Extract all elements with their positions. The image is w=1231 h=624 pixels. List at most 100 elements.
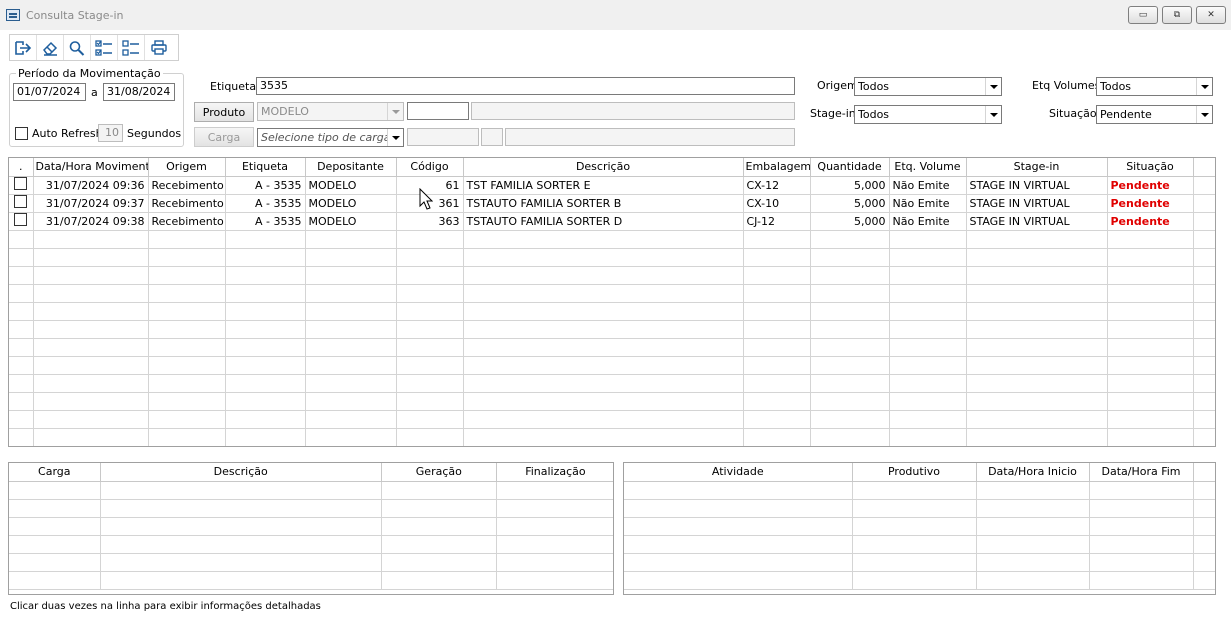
column-header[interactable]: Produtivo	[852, 463, 977, 482]
empty-cell	[9, 553, 101, 572]
carga-button[interactable]: Carga	[194, 127, 254, 147]
maximize-button[interactable]: ⧉	[1162, 6, 1192, 24]
date-to-input[interactable]: 31/08/2024	[103, 83, 175, 101]
table-row[interactable]: 31/07/2024 09:37 Recebimento A - 3535 MO…	[9, 194, 1215, 213]
empty-cell	[852, 499, 977, 518]
column-header[interactable]: Quantidade	[810, 158, 890, 177]
empty-cell	[225, 374, 306, 393]
row-checkbox[interactable]	[14, 195, 28, 208]
column-header[interactable]: Código	[396, 158, 464, 177]
row-select-cell[interactable]	[9, 176, 34, 195]
uncheck-all-button[interactable]	[118, 35, 145, 60]
empty-cell	[396, 428, 464, 446]
column-header[interactable]: Data/Hora Movimento	[33, 158, 149, 177]
empty-row	[9, 428, 1215, 446]
row-checkbox[interactable]	[14, 213, 28, 226]
print-button[interactable]	[145, 35, 172, 60]
column-header[interactable]: Embalagem	[743, 158, 811, 177]
auto-refresh-checkbox[interactable]	[15, 127, 28, 140]
empty-cell	[966, 356, 1108, 375]
column-header[interactable]: Stage-in	[966, 158, 1108, 177]
empty-cell	[396, 320, 464, 339]
row-select-cell[interactable]	[9, 194, 34, 213]
chevron-down-icon	[985, 78, 1001, 95]
minimize-button[interactable]: ▭	[1128, 6, 1158, 24]
empty-cell	[396, 392, 464, 411]
etiqueta-input[interactable]: 3535	[256, 77, 795, 95]
empty-cell	[496, 499, 613, 518]
column-header[interactable]: .	[9, 158, 34, 177]
atividade-grid[interactable]: Atividade Produtivo Data/Hora Inicio Dat…	[623, 462, 1216, 595]
main-grid[interactable]: . Data/Hora Movimento Origem Etiqueta De…	[8, 157, 1216, 447]
carga-grid[interactable]: Carga Descrição Geração Finalização	[8, 462, 614, 595]
empty-cell	[33, 284, 149, 303]
carga-type-select[interactable]: Selecione tipo de carga	[257, 128, 404, 147]
column-header[interactable]: Situação	[1107, 158, 1194, 177]
column-header[interactable]: Depositante	[305, 158, 397, 177]
table-row[interactable]: 31/07/2024 09:38 Recebimento A - 3535 MO…	[9, 212, 1215, 231]
empty-cell	[624, 481, 853, 500]
empty-cell	[463, 428, 744, 446]
chevron-down-icon	[1196, 78, 1212, 95]
eraser-icon	[43, 41, 58, 56]
column-header[interactable]: Data/Hora Fim	[1089, 463, 1194, 482]
search-button[interactable]	[64, 35, 91, 60]
empty-cell	[305, 338, 397, 357]
data-hora-cell: 31/07/2024 09:36	[33, 176, 149, 195]
column-header[interactable]: Etiqueta	[225, 158, 306, 177]
empty-cell	[463, 338, 744, 357]
column-header[interactable]: Descrição	[100, 463, 382, 482]
empty-cell	[33, 248, 149, 267]
table-row[interactable]: 31/07/2024 09:36 Recebimento A - 3535 MO…	[9, 176, 1215, 195]
empty-cell	[889, 428, 967, 446]
situacao-select[interactable]: Pendente	[1096, 105, 1213, 124]
origem-select[interactable]: Todos	[854, 77, 1002, 96]
column-header[interactable]: Finalização	[496, 463, 613, 482]
column-header[interactable]: Geração	[381, 463, 497, 482]
etq-volumes-select[interactable]: Todos	[1096, 77, 1213, 96]
empty-cell	[966, 392, 1108, 411]
empty-cell	[148, 428, 226, 446]
produto-select[interactable]: MODELO	[257, 102, 404, 121]
stagein-select[interactable]: Todos	[854, 105, 1002, 124]
check-list-icon	[95, 39, 112, 56]
empty-cell	[1193, 302, 1215, 321]
empty-cell	[810, 320, 890, 339]
carga-code-input[interactable]	[407, 128, 479, 146]
column-header[interactable]: Atividade	[624, 463, 853, 482]
data-hora-cell: 31/07/2024 09:37	[33, 194, 149, 213]
empty-cell	[966, 302, 1108, 321]
produto-code-input[interactable]	[407, 102, 469, 120]
date-from-input[interactable]: 01/07/2024	[13, 83, 86, 101]
clear-button[interactable]	[37, 35, 64, 60]
empty-row	[9, 320, 1215, 339]
empty-row	[9, 553, 613, 572]
column-header[interactable]: Carga	[9, 463, 101, 482]
column-header[interactable]: Descrição	[463, 158, 744, 177]
empty-cell	[9, 392, 34, 411]
empty-cell	[889, 284, 967, 303]
stage-in-cell: STAGE IN VIRTUAL	[966, 212, 1108, 231]
empty-cell	[976, 571, 1090, 590]
check-all-button[interactable]	[91, 35, 118, 60]
empty-cell	[396, 374, 464, 393]
row-checkbox[interactable]	[14, 177, 28, 190]
auto-refresh-seconds-input[interactable]: 10	[98, 124, 123, 142]
empty-cell	[33, 230, 149, 249]
column-header[interactable]: Data/Hora Inicio	[976, 463, 1090, 482]
row-select-cell[interactable]	[9, 212, 34, 231]
close-button[interactable]: ✕	[1196, 6, 1226, 24]
origem-cell: Recebimento	[148, 176, 226, 195]
empty-row	[9, 392, 1215, 411]
column-header[interactable]: Origem	[148, 158, 226, 177]
empty-cell	[1193, 248, 1215, 267]
empty-cell	[9, 356, 34, 375]
exit-button[interactable]	[10, 35, 37, 60]
empty-cell	[1089, 553, 1194, 572]
stage-in-cell: STAGE IN VIRTUAL	[966, 176, 1108, 195]
column-header[interactable]: Etq. Volume	[889, 158, 967, 177]
origem-label: Origem	[817, 79, 858, 92]
empty-cell	[966, 428, 1108, 446]
produto-button[interactable]: Produto	[194, 102, 254, 122]
empty-cell	[976, 499, 1090, 518]
